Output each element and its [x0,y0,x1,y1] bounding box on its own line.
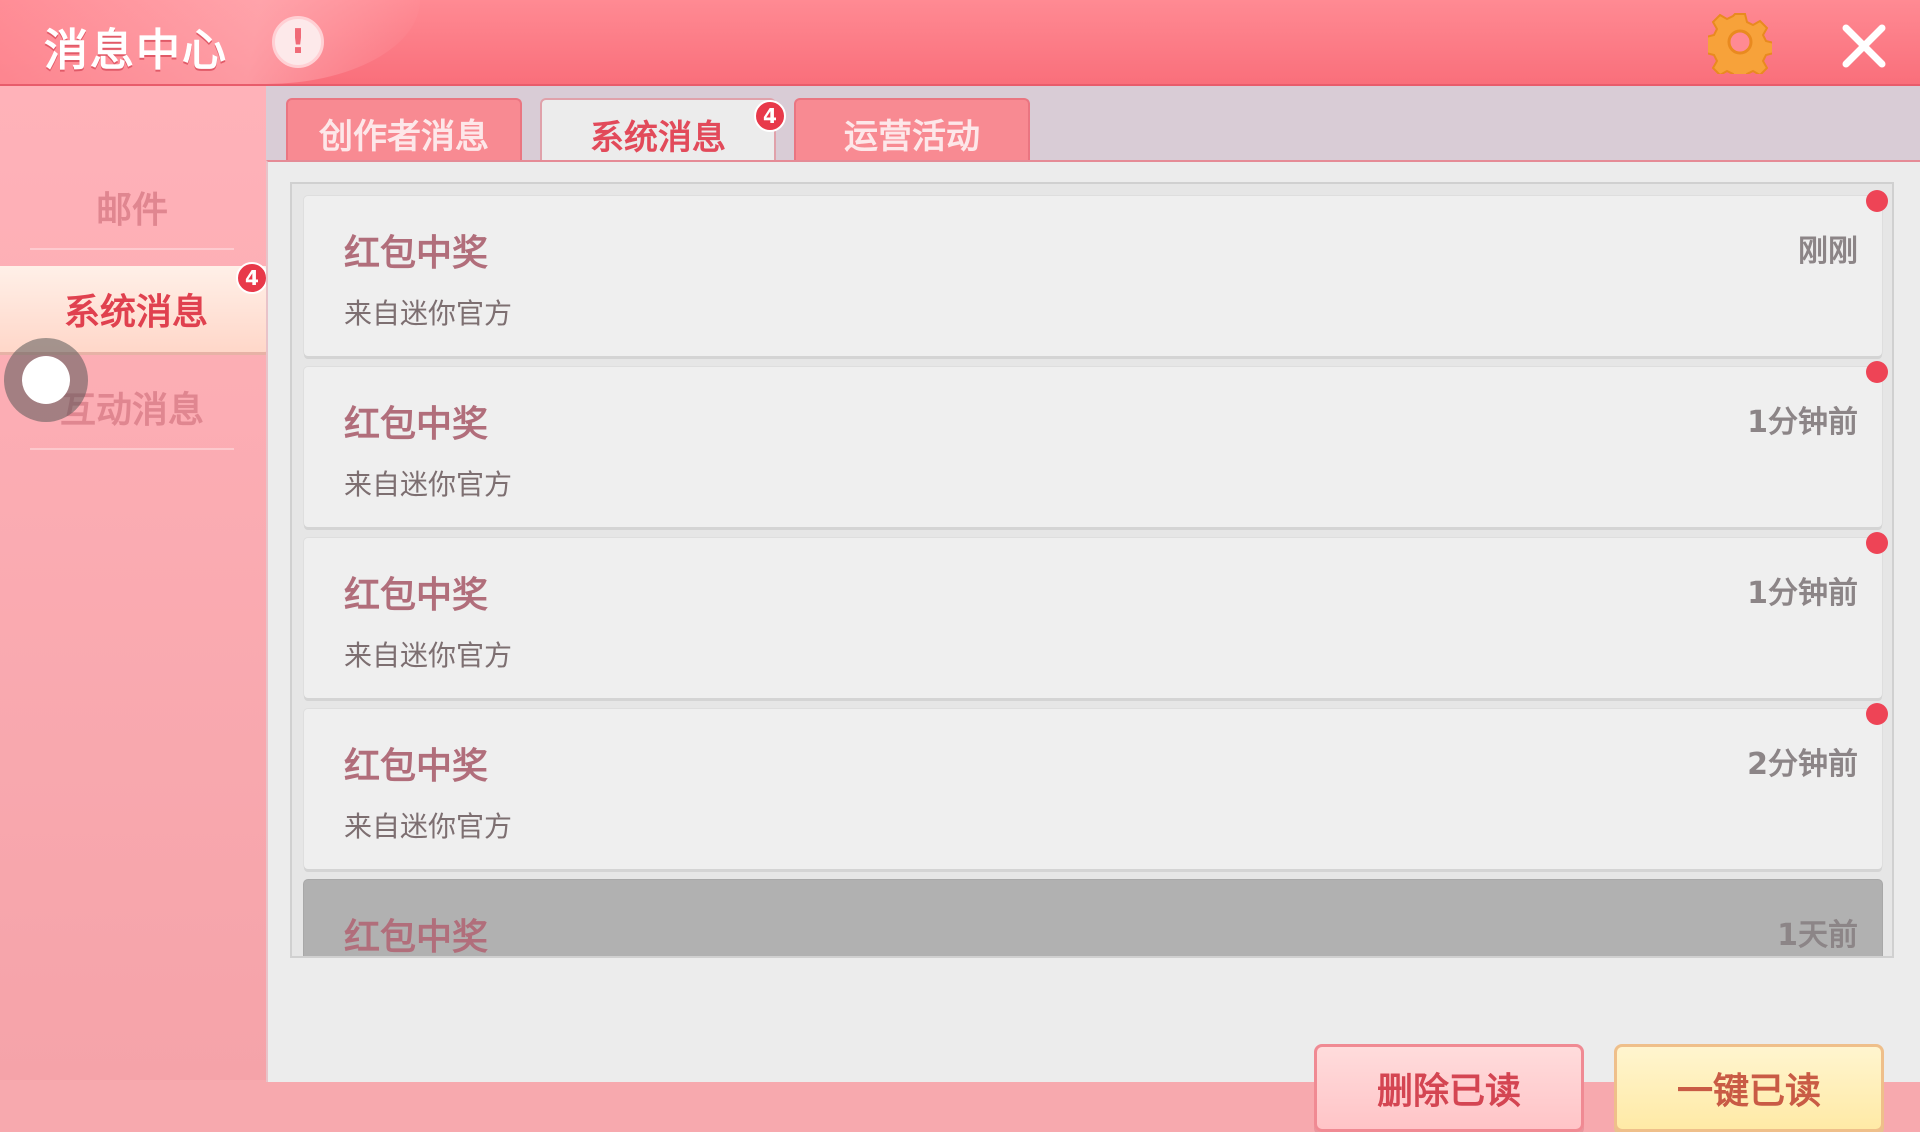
tab-unread-badge: 4 [754,100,786,132]
message-title: 红包中奖 [344,746,489,787]
message-item[interactable]: 红包中奖 来自迷你官方 1分钟前 [304,361,1888,527]
tab-label: 创作者消息 [319,116,489,157]
unread-count-badge: 4 [236,262,268,294]
message-item[interactable]: 红包中奖 1天前 [304,880,1882,958]
message-item[interactable]: 红包中奖 来自迷你官方 2分钟前 [304,703,1888,869]
tab-creator-messages[interactable]: 创作者消息 [286,98,522,166]
touch-indicator [4,338,88,422]
delete-read-button[interactable]: 删除已读 [1314,1044,1584,1132]
message-time: 2分钟前 [1747,747,1858,782]
sidebar-item-label: 邮件 [95,190,168,231]
message-source: 来自迷你官方 [344,810,513,843]
unread-dot [1866,532,1888,554]
title-bar: 消息中心 ! [0,0,1920,86]
unread-dot [1866,361,1888,383]
tab-label: 系统消息 [590,117,726,158]
message-source: 来自迷你官方 [344,639,513,672]
message-time: 1分钟前 [1747,405,1858,440]
sidebar-item-label: 系统消息 [63,292,208,333]
message-title: 红包中奖 [344,233,489,274]
message-item[interactable]: 红包中奖 来自迷你官方 1分钟前 [304,532,1888,698]
unread-dot [1866,190,1888,212]
message-time: 1分钟前 [1747,576,1858,611]
mark-all-read-button[interactable]: 一键已读 [1614,1044,1884,1132]
sidebar: 邮件 系统消息 4 互动消息 [0,86,272,1080]
page-title: 消息中心 [44,25,228,76]
message-time: 刚刚 [1798,234,1858,269]
main-panel: 创作者消息 系统消息 4 运营活动 红包中奖 来自迷你官方 刚刚 红包中奖 来自… [266,86,1920,1132]
message-item[interactable]: 红包中奖 来自迷你官方 刚刚 [304,190,1888,356]
message-source: 来自迷你官方 [344,297,513,330]
content-area: 红包中奖 来自迷你官方 刚刚 红包中奖 来自迷你官方 1分钟前 红包中奖 来自迷… [266,160,1920,1132]
gear-icon[interactable] [1708,10,1772,74]
message-title: 红包中奖 [344,917,489,958]
message-list[interactable]: 红包中奖 来自迷你官方 刚刚 红包中奖 来自迷你官方 1分钟前 红包中奖 来自迷… [290,182,1894,958]
message-time: 1天前 [1777,918,1858,953]
close-icon[interactable] [1836,18,1892,74]
tab-operations-events[interactable]: 运营活动 [794,98,1030,166]
sidebar-item-mail[interactable]: 邮件 [0,164,264,250]
alert-icon[interactable]: ! [272,16,324,68]
tab-label: 运营活动 [844,116,980,157]
unread-dot [1866,703,1888,725]
tab-system-messages[interactable]: 系统消息 4 [540,98,786,168]
message-source: 来自迷你官方 [344,468,513,501]
message-title: 红包中奖 [344,575,489,616]
message-title: 红包中奖 [344,404,489,445]
